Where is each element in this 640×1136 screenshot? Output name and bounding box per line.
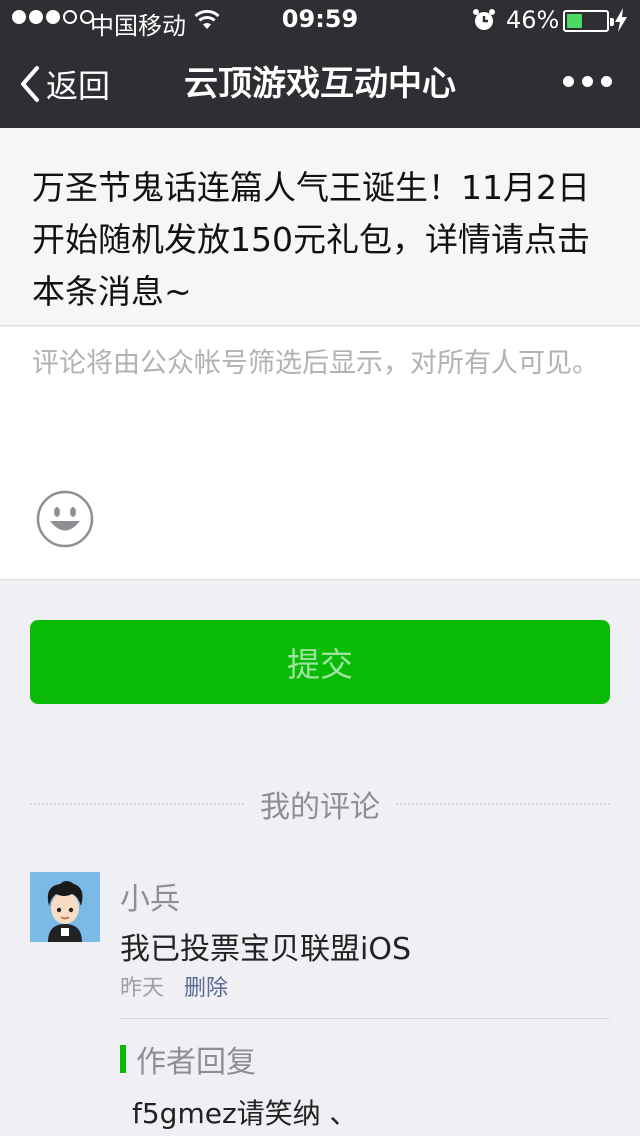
divider-line xyxy=(30,803,244,805)
author-reply-label: 作者回复 xyxy=(136,1045,256,1080)
comment-box xyxy=(0,327,640,580)
back-label: 返回 xyxy=(46,67,111,105)
comment-item: 小兵 我已投票宝贝联盟iOS 昨天 删除 作者回复 f5gmez请笑纳 、 xyxy=(0,870,640,1136)
chevron-left-icon xyxy=(21,66,39,102)
status-bar: 中国移动 09:59 46% xyxy=(0,0,640,40)
comment-date: 昨天 xyxy=(120,976,165,1001)
submit-button[interactable]: 提交 xyxy=(30,620,610,704)
comment-page: 中国移动 09:59 46% 返回 云顶游戏互动中心 万圣节鬼话连篇人气王诞生！… xyxy=(0,0,640,1136)
delete-comment-link[interactable]: 删除 xyxy=(184,970,228,1002)
battery-level-fill xyxy=(567,14,583,28)
author-reply-text: f5gmez请笑纳 、 xyxy=(132,1097,358,1130)
charging-icon xyxy=(615,8,627,32)
divider-line xyxy=(396,803,610,805)
wifi-icon xyxy=(194,9,220,29)
reply-indicator-bar xyxy=(120,1045,126,1073)
my-comments-divider: 我的评论 xyxy=(30,784,610,825)
more-dot-icon xyxy=(601,76,612,87)
battery-icon xyxy=(563,10,614,32)
reply-separator xyxy=(120,1018,610,1019)
emoji-icon[interactable] xyxy=(36,490,94,548)
battery-percentage: 46% xyxy=(506,6,560,34)
article-title[interactable]: 万圣节鬼话连篇人气王诞生！11月2日开始随机发放150元礼包，详情请点击本条消息… xyxy=(32,162,608,318)
comment-text: 我已投票宝贝联盟iOS xyxy=(120,932,411,967)
comment-author: 小兵 xyxy=(120,882,180,917)
comment-input[interactable] xyxy=(32,345,608,475)
more-options-button[interactable] xyxy=(563,76,612,87)
top-bar: 中国移动 09:59 46% 返回 云顶游戏互动中心 xyxy=(0,0,640,128)
carrier-name: 中国移动 xyxy=(90,12,186,40)
alarm-icon xyxy=(473,9,495,30)
comment-meta: 昨天 删除 xyxy=(120,970,228,1002)
article-header[interactable]: 万圣节鬼话连篇人气王诞生！11月2日开始随机发放150元礼包，详情请点击本条消息… xyxy=(0,128,640,326)
my-comments-heading: 我的评论 xyxy=(260,790,380,825)
more-dot-icon xyxy=(582,76,593,87)
author-reply-heading: 作者回复 xyxy=(120,1042,256,1080)
back-button[interactable]: 返回 xyxy=(20,62,110,106)
signal-strength-icon xyxy=(12,10,94,24)
avatar-image xyxy=(30,872,100,942)
navigation-bar: 返回 云顶游戏互动中心 xyxy=(0,40,640,128)
avatar[interactable] xyxy=(30,872,100,942)
more-dot-icon xyxy=(563,76,574,87)
